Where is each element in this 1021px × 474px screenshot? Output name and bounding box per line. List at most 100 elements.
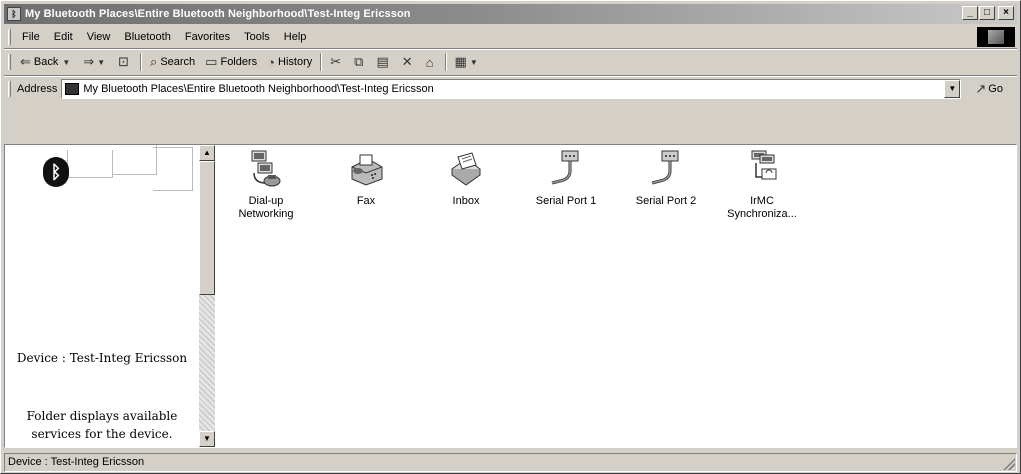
menu-favorites[interactable]: Favorites bbox=[178, 31, 237, 43]
item-label: IrMC Synchroniza... bbox=[727, 195, 797, 220]
web-view-pane: ᛒ Device : Test-Integ Ericsson Folder di… bbox=[5, 145, 199, 447]
menu-bar: File Edit View Bluetooth Favorites Tools… bbox=[4, 27, 1017, 47]
standard-toolbar: ⇐ Back ▼ ⇒ ▼ ⊡ ⌕ Search ▭ Folders ◔ Hist… bbox=[4, 50, 1017, 74]
menu-view[interactable]: View bbox=[80, 31, 118, 43]
banner-decoration bbox=[113, 145, 157, 175]
scroll-up-button[interactable]: ▲ bbox=[199, 145, 215, 161]
device-description: Folder displays available services for t… bbox=[26, 409, 178, 441]
paste-button[interactable]: ▤ bbox=[371, 52, 396, 72]
search-button[interactable]: ⌕ Search bbox=[145, 52, 200, 72]
service-item-irmc-synchronization[interactable]: IrMC Synchroniza... bbox=[723, 149, 801, 221]
views-icon: ▦ bbox=[454, 54, 467, 69]
go-label: Go bbox=[988, 83, 1003, 95]
history-button[interactable]: ◔ History bbox=[262, 52, 317, 72]
item-label: Fax bbox=[356, 195, 376, 207]
address-dropdown-button[interactable]: ▼ bbox=[944, 80, 961, 98]
go-button[interactable]: ↗ Go bbox=[975, 81, 1003, 97]
up-folder-icon: ⊡ bbox=[118, 54, 130, 69]
folders-label: Folders bbox=[220, 56, 258, 68]
toolbar-divider bbox=[140, 53, 143, 71]
service-item-dialup-networking[interactable]: Dial-up Networking bbox=[227, 149, 305, 221]
item-label: Serial Port 2 bbox=[635, 195, 697, 207]
history-label: History bbox=[278, 56, 313, 68]
serial-port-icon bbox=[551, 150, 579, 185]
irmc-sync-icon bbox=[751, 150, 777, 180]
windows-logo-throbber bbox=[977, 27, 1015, 47]
go-arrow-icon: ↗ bbox=[975, 81, 987, 96]
address-value: My Bluetooth Places\Entire Bluetooth Nei… bbox=[83, 83, 434, 95]
item-label: Inbox bbox=[452, 195, 480, 207]
explorer-window: ᛒ My Bluetooth Places\Entire Bluetooth N… bbox=[0, 0, 1021, 474]
properties-icon: ⌂ bbox=[425, 54, 434, 70]
paste-icon: ▤ bbox=[376, 54, 389, 69]
chevron-down-icon[interactable]: ▼ bbox=[62, 58, 70, 67]
close-button[interactable]: × bbox=[998, 6, 1014, 20]
dialup-networking-icon bbox=[251, 150, 281, 187]
chevron-down-icon[interactable]: ▼ bbox=[470, 58, 478, 67]
device-label: Device : Test-Integ Ericsson bbox=[16, 351, 188, 365]
title-bar[interactable]: ᛒ My Bluetooth Places\Entire Bluetooth N… bbox=[4, 4, 1017, 24]
address-field[interactable]: My Bluetooth Places\Entire Bluetooth Nei… bbox=[61, 79, 962, 99]
menubar-grip[interactable] bbox=[8, 29, 11, 45]
service-item-serial-port-2[interactable]: Serial Port 2 bbox=[627, 149, 705, 208]
forward-arrow-icon: ⇒ bbox=[83, 54, 95, 69]
vertical-scrollbar[interactable]: ▲ ▼ bbox=[199, 145, 215, 447]
bluetooth-folder-icon: ᛒ bbox=[7, 7, 21, 21]
chevron-down-icon[interactable]: ▼ bbox=[97, 58, 105, 67]
service-item-inbox[interactable]: Inbox bbox=[427, 149, 505, 208]
address-bar: Address My Bluetooth Places\Entire Bluet… bbox=[4, 77, 1017, 101]
scroll-down-button[interactable]: ▼ bbox=[199, 431, 215, 447]
item-label: Serial Port 1 bbox=[535, 195, 597, 207]
toolbar-grip[interactable] bbox=[8, 54, 11, 70]
address-label: Address bbox=[17, 83, 58, 95]
delete-icon: ✕ bbox=[401, 54, 413, 69]
service-item-fax[interactable]: Fax bbox=[327, 149, 405, 208]
serial-port-icon bbox=[651, 150, 679, 185]
bluetooth-banner: ᛒ bbox=[5, 145, 199, 195]
back-label: Back bbox=[33, 56, 59, 68]
service-icons: Dial-up Networking Fax Inbox Serial Port… bbox=[215, 145, 1015, 447]
folders-icon: ▭ bbox=[205, 54, 218, 69]
bluetooth-device-icon bbox=[65, 83, 80, 95]
cut-button[interactable]: ✂ bbox=[325, 52, 349, 72]
cut-icon: ✂ bbox=[330, 54, 342, 69]
windows-logo-icon bbox=[988, 30, 1004, 44]
menu-bluetooth[interactable]: Bluetooth bbox=[117, 31, 177, 43]
banner-decoration bbox=[67, 150, 113, 178]
window-controls: _ □ × bbox=[961, 6, 1014, 20]
bluetooth-logo-icon: ᛒ bbox=[43, 157, 69, 187]
menu-help[interactable]: Help bbox=[277, 31, 314, 43]
menu-tools[interactable]: Tools bbox=[237, 31, 277, 43]
back-arrow-icon: ⇐ bbox=[20, 54, 31, 69]
forward-button[interactable]: ⇒ ▼ bbox=[78, 52, 113, 72]
addressbar-grip[interactable] bbox=[8, 81, 11, 97]
back-button[interactable]: ⇐ Back ▼ bbox=[15, 52, 78, 72]
scroll-thumb[interactable] bbox=[199, 161, 215, 295]
menu-edit[interactable]: Edit bbox=[47, 31, 80, 43]
toolbar-divider bbox=[444, 53, 447, 71]
delete-button[interactable]: ✕ bbox=[397, 52, 421, 72]
menu-file[interactable]: File bbox=[15, 31, 47, 43]
minimize-button[interactable]: _ bbox=[962, 6, 978, 20]
status-text: Device : Test-Integ Ericsson bbox=[8, 456, 145, 468]
status-bar: Device : Test-Integ Ericsson bbox=[4, 453, 1017, 472]
resize-grip[interactable] bbox=[1003, 458, 1015, 470]
copy-icon: ⧉ bbox=[354, 54, 364, 69]
toolbar-divider bbox=[320, 53, 323, 71]
views-button[interactable]: ▦ ▼ bbox=[450, 52, 486, 72]
copy-button[interactable]: ⧉ bbox=[349, 52, 371, 72]
item-label: Dial-up Networking bbox=[238, 195, 294, 220]
search-label: Search bbox=[160, 56, 196, 68]
maximize-button[interactable]: □ bbox=[979, 6, 995, 20]
folder-view: ᛒ Device : Test-Integ Ericsson Folder di… bbox=[4, 144, 1017, 448]
history-icon: ◔ bbox=[267, 54, 276, 70]
service-item-serial-port-1[interactable]: Serial Port 1 bbox=[527, 149, 605, 208]
search-icon: ⌕ bbox=[150, 54, 158, 69]
banner-decoration bbox=[153, 147, 193, 191]
fax-icon bbox=[351, 154, 383, 186]
inbox-icon bbox=[451, 152, 481, 186]
folders-button[interactable]: ▭ Folders bbox=[200, 52, 262, 72]
window-title: My Bluetooth Places\Entire Bluetooth Nei… bbox=[25, 8, 411, 20]
up-button[interactable]: ⊡ bbox=[113, 52, 137, 72]
properties-button[interactable]: ⌂ bbox=[421, 52, 442, 72]
